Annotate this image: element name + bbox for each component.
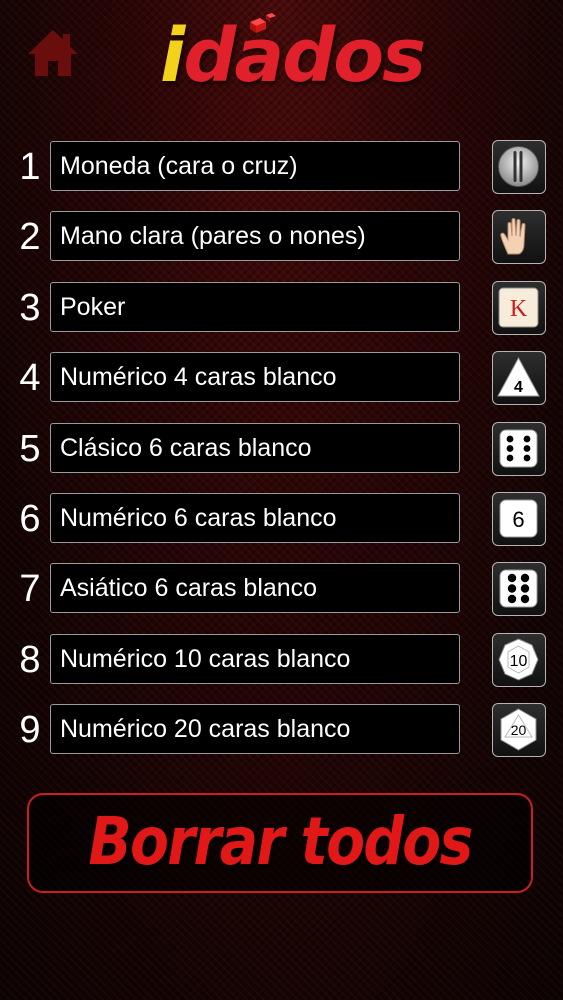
row-number: 6 [19,498,41,540]
clear-all-button[interactable]: Borrar todos [27,793,533,893]
d6-number-icon: 6 [499,499,538,538]
dice-row-5: 5 Clásico 6 caras blanco [0,422,563,476]
dice-row-4: 4 Numérico 4 caras blanco 4 [0,351,563,405]
header: idados [0,0,563,110]
d4-text: 4 [514,379,523,396]
d6-asian-icon [499,569,538,608]
dice-row-1: 1 Moneda (cara o cruz) [0,140,563,194]
dice-name-field[interactable]: Mano clara (pares o nones) [50,211,460,261]
dice-row-7: 7 Asiático 6 caras blanco [0,562,563,616]
dice-icon-button[interactable] [492,210,546,264]
home-button[interactable] [26,26,80,78]
d6-pips-icon [499,429,538,468]
dice-icon-button[interactable]: 20 [492,703,546,757]
clear-all-label: Borrar todos [88,803,473,880]
row-number: 2 [19,216,41,258]
logo-i: i [160,13,185,99]
row-number: 3 [19,287,41,329]
dice-row-9: 9 Numérico 20 caras blanco 20 [0,703,563,757]
d6-number-text: 6 [512,507,524,532]
home-icon [28,30,78,76]
d10-icon: 10 [498,638,539,681]
dice-name-field[interactable]: Numérico 10 caras blanco [50,634,460,684]
app-logo: idados [160,6,426,106]
poker-k-icon: K [498,287,539,328]
dice-name-field[interactable]: Clásico 6 caras blanco [50,423,460,473]
poker-k-text: K [510,296,528,322]
row-number: 9 [19,709,41,751]
dice-icon-button[interactable]: K [492,281,546,335]
dice-row-2: 2 Mano clara (pares o nones) [0,210,563,264]
row-number: 8 [19,639,41,681]
d4-icon: 4 [497,356,540,397]
d20-text: 20 [511,722,527,738]
dice-name-field[interactable]: Poker [50,282,460,332]
d20-icon: 20 [500,708,537,751]
dice-row-3: 3 Poker K [0,281,563,335]
dice-name-field[interactable]: Numérico 20 caras blanco [50,704,460,754]
row-number: 4 [19,357,41,399]
coin-icon [498,146,539,187]
row-number: 5 [19,428,41,470]
d10-text: 10 [510,653,528,670]
dice-cube-icon [250,13,276,33]
dice-icon-button[interactable] [492,562,546,616]
dice-name-field[interactable]: Asiático 6 caras blanco [50,563,460,613]
dice-icon-button[interactable]: 6 [492,492,546,546]
hand-icon [500,218,526,255]
row-number: 1 [19,146,41,188]
dice-name-field[interactable]: Numérico 4 caras blanco [50,352,460,402]
dice-icon-button[interactable] [492,422,546,476]
dice-row-6: 6 Numérico 6 caras blanco 6 [0,492,563,546]
dice-name-field[interactable]: Moneda (cara o cruz) [50,141,460,191]
dice-row-8: 8 Numérico 10 caras blanco 10 [0,633,563,687]
dice-icon-button[interactable]: 10 [492,633,546,687]
row-number: 7 [19,568,41,610]
logo-text: dados [183,13,426,99]
dice-icon-button[interactable]: 4 [492,351,546,405]
dice-icon-button[interactable] [492,140,546,194]
dice-name-field[interactable]: Numérico 6 caras blanco [50,493,460,543]
